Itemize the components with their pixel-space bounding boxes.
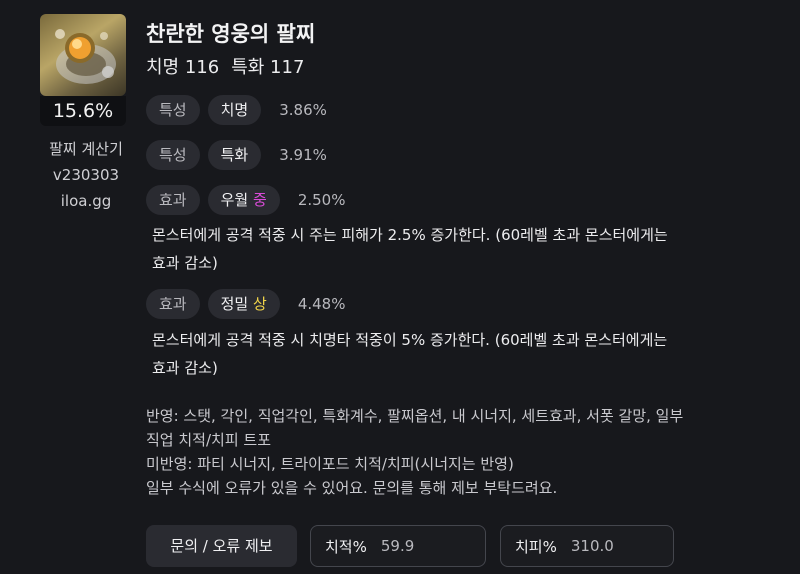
report-error-button[interactable]: 문의 / 오류 제보 [146,525,297,567]
effect-value: 4.48% [297,295,346,313]
crit-damage-field[interactable]: 치피% 310.0 [500,525,674,567]
crit-rate-label: 치적% [325,537,367,556]
effect-name-badge: 치명 [207,95,262,125]
effect-type-badge: 효과 [146,185,200,215]
crit-rate-field[interactable]: 치적% 59.9 [310,525,486,567]
effect-description: 몬스터에게 공격 적중 시 주는 피해가 2.5% 증가한다. (60레벨 초과… [152,221,762,277]
crit-damage-label: 치피% [515,537,557,556]
effect-value: 3.91% [279,146,327,164]
item-panel: 15.6% 팔찌 계산기 v230303 iloa.gg [24,14,144,214]
effect-name: 치명 [220,101,249,119]
effect-grade: 상 [253,295,267,313]
effect-row: 효과 우월 중 2.50% [146,185,345,215]
bracelet-icon [40,14,126,96]
effect-row: 특성 치명 3.86% [146,95,327,125]
effect-type-badge: 효과 [146,289,200,319]
effect-row: 효과 정밀 상 4.48% [146,289,345,319]
calculator-info: 팔찌 계산기 v230303 iloa.gg [24,136,144,214]
effect-value: 2.50% [297,191,346,209]
effect-type-badge: 특성 [146,95,200,125]
item-title: 찬란한 영웅의 팔찌 [146,22,316,46]
effect-type-badge: 특성 [146,140,200,170]
reflected-line: 직업 치적/치피 트포 [146,431,271,449]
effect-description-line: 몬스터에게 공격 적중 시 치명타 적중이 5% 증가한다. (60레벨 초과 … [152,331,668,349]
item-stats: 치명 116 특화 117 [146,53,304,79]
effect-name-badge: 특화 [207,140,262,170]
calculation-notes: 반영: 스탯, 각인, 직업각인, 특화계수, 팔찌옵션, 내 시너지, 세트효… [146,404,766,500]
effect-description-line: 몬스터에게 공격 적중 시 주는 피해가 2.5% 증가한다. (60레벨 초과… [152,226,668,244]
effect-description: 몬스터에게 공격 적중 시 치명타 적중이 5% 증가한다. (60레벨 초과 … [152,326,762,382]
crit-damage-value[interactable]: 310.0 [571,537,614,555]
calculator-site[interactable]: iloa.gg [28,188,144,214]
calculator-name: 팔찌 계산기 [49,140,123,158]
effect-name-badge: 우월 중 [207,185,280,215]
effect-description-line: 효과 감소) [152,359,218,377]
effect-row: 특성 특화 3.91% [146,140,327,170]
effect-description-line: 효과 감소) [152,254,218,272]
effect-name: 우월 [220,191,249,209]
item-score: 15.6% [40,96,126,126]
effect-name-badge: 정밀 상 [207,289,280,319]
stat-crit: 치명 116 [146,57,220,78]
crit-rate-value[interactable]: 59.9 [381,537,414,555]
reflected-line: 반영: 스탯, 각인, 직업각인, 특화계수, 팔찌옵션, 내 시너지, 세트효… [146,407,684,425]
effect-name: 정밀 [220,295,249,313]
not-reflected-line: 미반영: 파티 시너지, 트라이포드 치적/치피(시너지는 반영) [146,455,514,473]
effect-value: 3.86% [279,101,327,119]
calculator-version: v230303 [52,166,120,184]
disclaimer-line: 일부 수식에 오류가 있을 수 있어요. 문의를 통해 제보 부탁드려요. [146,479,558,497]
stat-spec: 특화 117 [231,57,305,78]
effect-name: 특화 [220,146,249,164]
effect-grade: 중 [253,191,267,209]
